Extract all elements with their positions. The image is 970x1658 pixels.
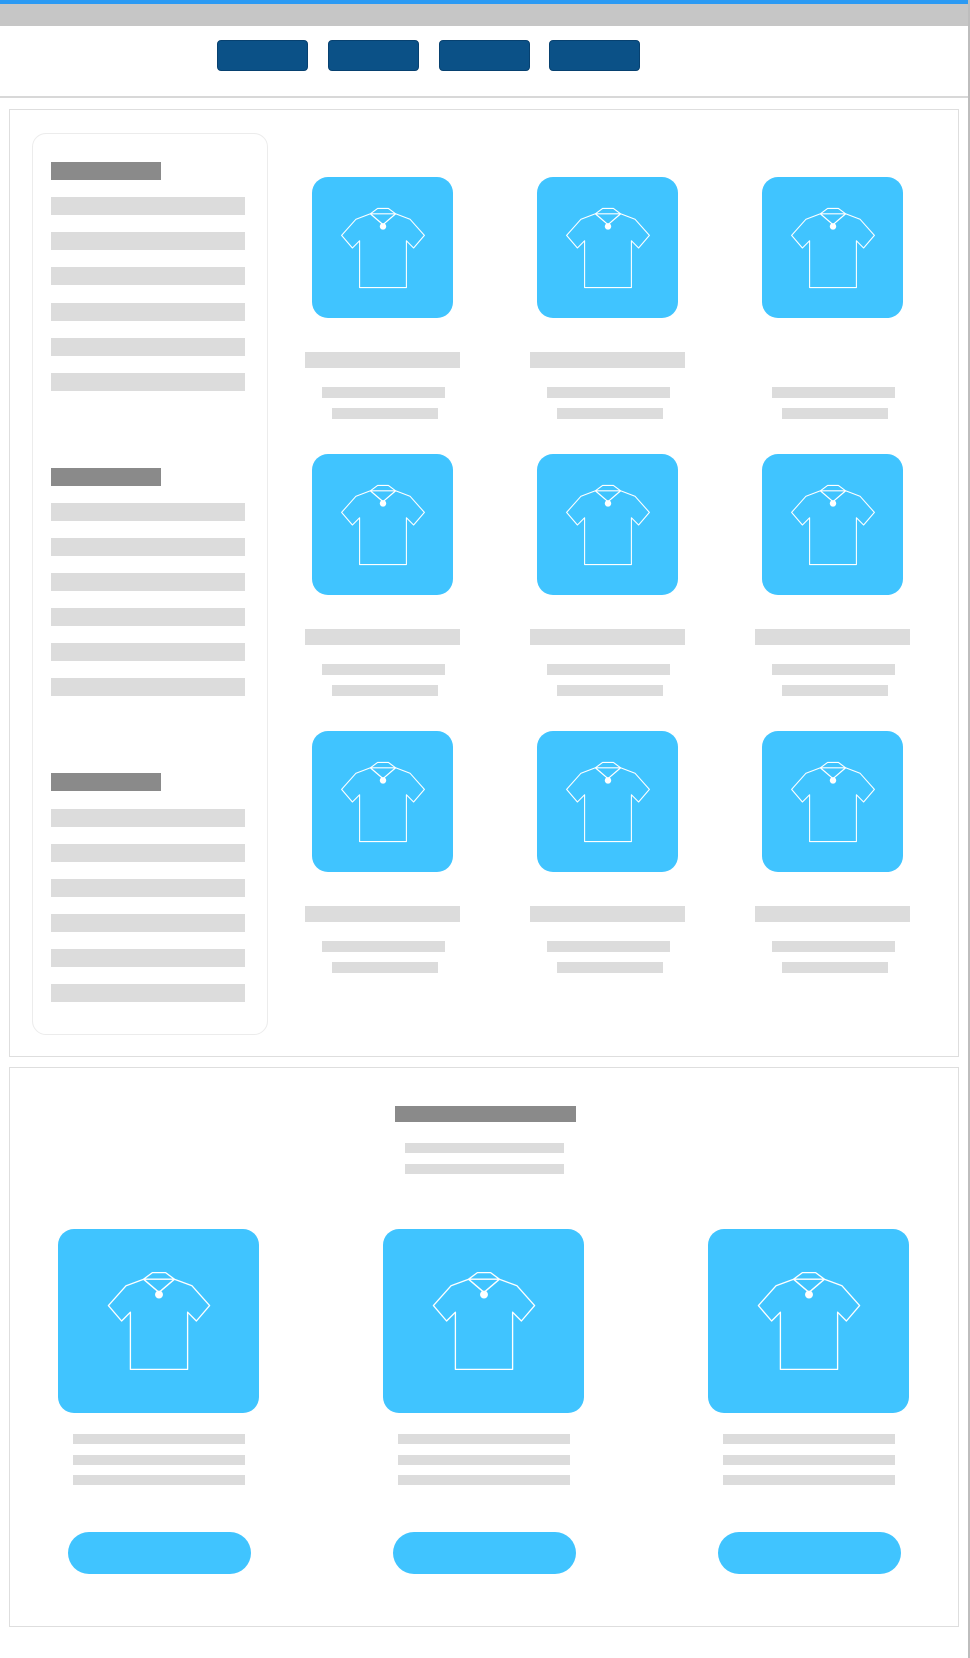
tshirt-icon	[565, 484, 650, 565]
filter-item[interactable]	[51, 197, 245, 215]
filter-item[interactable]	[51, 538, 245, 556]
featured-heading	[395, 1106, 576, 1122]
product-price	[772, 664, 895, 675]
featured-subtitle-line	[405, 1164, 564, 1174]
product-image[interactable]	[762, 454, 903, 595]
filter-sidebar	[32, 133, 268, 1035]
filter-item[interactable]	[51, 643, 245, 661]
filter-group-heading	[51, 162, 161, 180]
filter-group-heading	[51, 773, 161, 791]
featured-cta-button[interactable]	[718, 1532, 901, 1574]
featured-description-line	[73, 1434, 245, 1444]
tshirt-icon	[340, 484, 425, 565]
product-title	[305, 906, 460, 922]
filter-item[interactable]	[51, 232, 245, 250]
product-price	[322, 941, 445, 952]
filter-item[interactable]	[51, 844, 245, 862]
product-price	[547, 664, 670, 675]
filter-item[interactable]	[51, 373, 245, 391]
featured-image[interactable]	[708, 1229, 909, 1413]
browser-top-bar	[0, 0, 970, 26]
product-image[interactable]	[312, 731, 453, 872]
product-title	[305, 629, 460, 645]
filter-item[interactable]	[51, 914, 245, 932]
filter-item[interactable]	[51, 303, 245, 321]
filter-group-heading	[51, 468, 161, 486]
site-header	[0, 26, 968, 98]
filter-item[interactable]	[51, 503, 245, 521]
product-title	[530, 629, 685, 645]
tshirt-icon	[432, 1271, 535, 1371]
product-image[interactable]	[537, 177, 678, 318]
featured-cta-button[interactable]	[393, 1532, 576, 1574]
tshirt-icon	[790, 761, 875, 842]
product-meta	[332, 408, 438, 419]
featured-description-line	[398, 1455, 570, 1465]
product-meta	[332, 685, 438, 696]
product-price	[322, 664, 445, 675]
tshirt-icon	[757, 1271, 860, 1371]
featured-description-line	[73, 1455, 245, 1465]
tshirt-icon	[790, 484, 875, 565]
product-meta	[782, 685, 888, 696]
product-meta	[782, 962, 888, 973]
product-image[interactable]	[537, 731, 678, 872]
product-image[interactable]	[537, 454, 678, 595]
tshirt-icon	[340, 761, 425, 842]
nav-button-4[interactable]	[549, 40, 640, 71]
tshirt-icon	[790, 207, 875, 288]
featured-image[interactable]	[383, 1229, 584, 1413]
product-meta	[557, 408, 663, 419]
featured-description-line	[723, 1455, 895, 1465]
product-price	[772, 387, 895, 398]
nav-button-2[interactable]	[328, 40, 419, 71]
product-title	[755, 906, 910, 922]
tshirt-icon	[340, 207, 425, 288]
featured-cta-button[interactable]	[68, 1532, 251, 1574]
featured-description-line	[73, 1475, 245, 1485]
filter-item[interactable]	[51, 267, 245, 285]
product-image[interactable]	[762, 731, 903, 872]
featured-description-line	[723, 1475, 895, 1485]
filter-item[interactable]	[51, 678, 245, 696]
filter-item[interactable]	[51, 338, 245, 356]
product-title	[530, 906, 685, 922]
tshirt-icon	[565, 207, 650, 288]
product-price	[547, 387, 670, 398]
product-price	[772, 941, 895, 952]
product-image[interactable]	[312, 454, 453, 595]
nav-button-3[interactable]	[439, 40, 530, 71]
filter-item[interactable]	[51, 809, 245, 827]
filter-item[interactable]	[51, 608, 245, 626]
filter-item[interactable]	[51, 949, 245, 967]
filter-item[interactable]	[51, 984, 245, 1002]
product-image[interactable]	[312, 177, 453, 318]
featured-description-line	[723, 1434, 895, 1444]
product-price	[322, 387, 445, 398]
featured-description-line	[398, 1475, 570, 1485]
filter-item[interactable]	[51, 573, 245, 591]
featured-subtitle-line	[405, 1143, 564, 1153]
product-title	[530, 352, 685, 368]
product-title	[305, 352, 460, 368]
product-meta	[332, 962, 438, 973]
tshirt-icon	[107, 1271, 210, 1371]
product-meta	[557, 962, 663, 973]
product-price	[547, 941, 670, 952]
product-meta	[557, 685, 663, 696]
product-meta	[782, 408, 888, 419]
product-title	[755, 629, 910, 645]
nav-button-1[interactable]	[217, 40, 308, 71]
featured-description-line	[398, 1434, 570, 1444]
product-image[interactable]	[762, 177, 903, 318]
tshirt-icon	[565, 761, 650, 842]
featured-image[interactable]	[58, 1229, 259, 1413]
filter-item[interactable]	[51, 879, 245, 897]
